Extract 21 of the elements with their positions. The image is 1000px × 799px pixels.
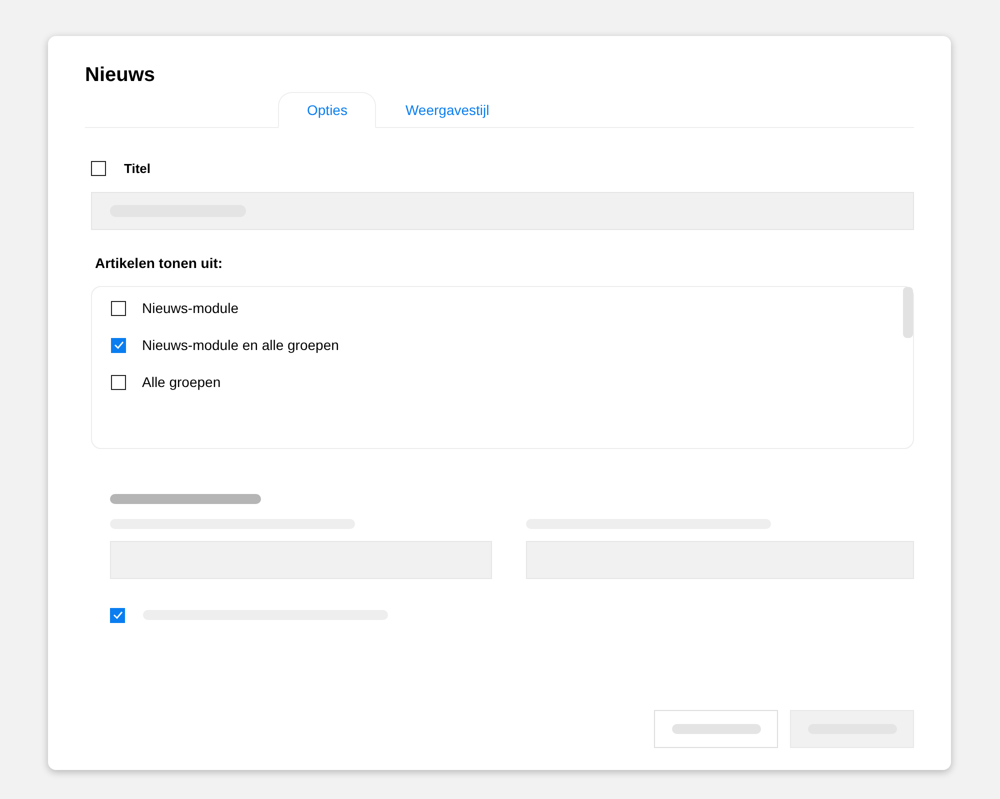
checkbox[interactable] bbox=[111, 300, 126, 316]
tab[interactable]: Opties bbox=[278, 92, 376, 128]
scrollbar-thumb[interactable] bbox=[903, 286, 913, 338]
option-label: Alle groepen bbox=[142, 372, 221, 392]
option-label: Nieuws-module bbox=[142, 298, 238, 318]
checkbox[interactable] bbox=[91, 161, 106, 176]
checkbox[interactable] bbox=[110, 608, 125, 622]
input-field[interactable] bbox=[91, 192, 914, 230]
input-field[interactable] bbox=[110, 540, 492, 578]
primary-button[interactable] bbox=[790, 710, 914, 748]
check-icon bbox=[112, 611, 122, 619]
checkbox[interactable] bbox=[111, 338, 126, 352]
check-icon bbox=[114, 341, 124, 349]
option-label: Nieuws-module en alle groepen bbox=[142, 336, 339, 355]
tab[interactable]: Weergavestijl bbox=[376, 92, 518, 128]
checkbox[interactable] bbox=[111, 374, 126, 390]
dialog-title: Nieuws bbox=[85, 63, 156, 86]
section-label: Artikelen tonen uit: bbox=[95, 254, 224, 272]
secondary-button[interactable] bbox=[654, 710, 778, 748]
input-field[interactable] bbox=[526, 540, 914, 578]
option-label: Titel bbox=[124, 160, 150, 178]
